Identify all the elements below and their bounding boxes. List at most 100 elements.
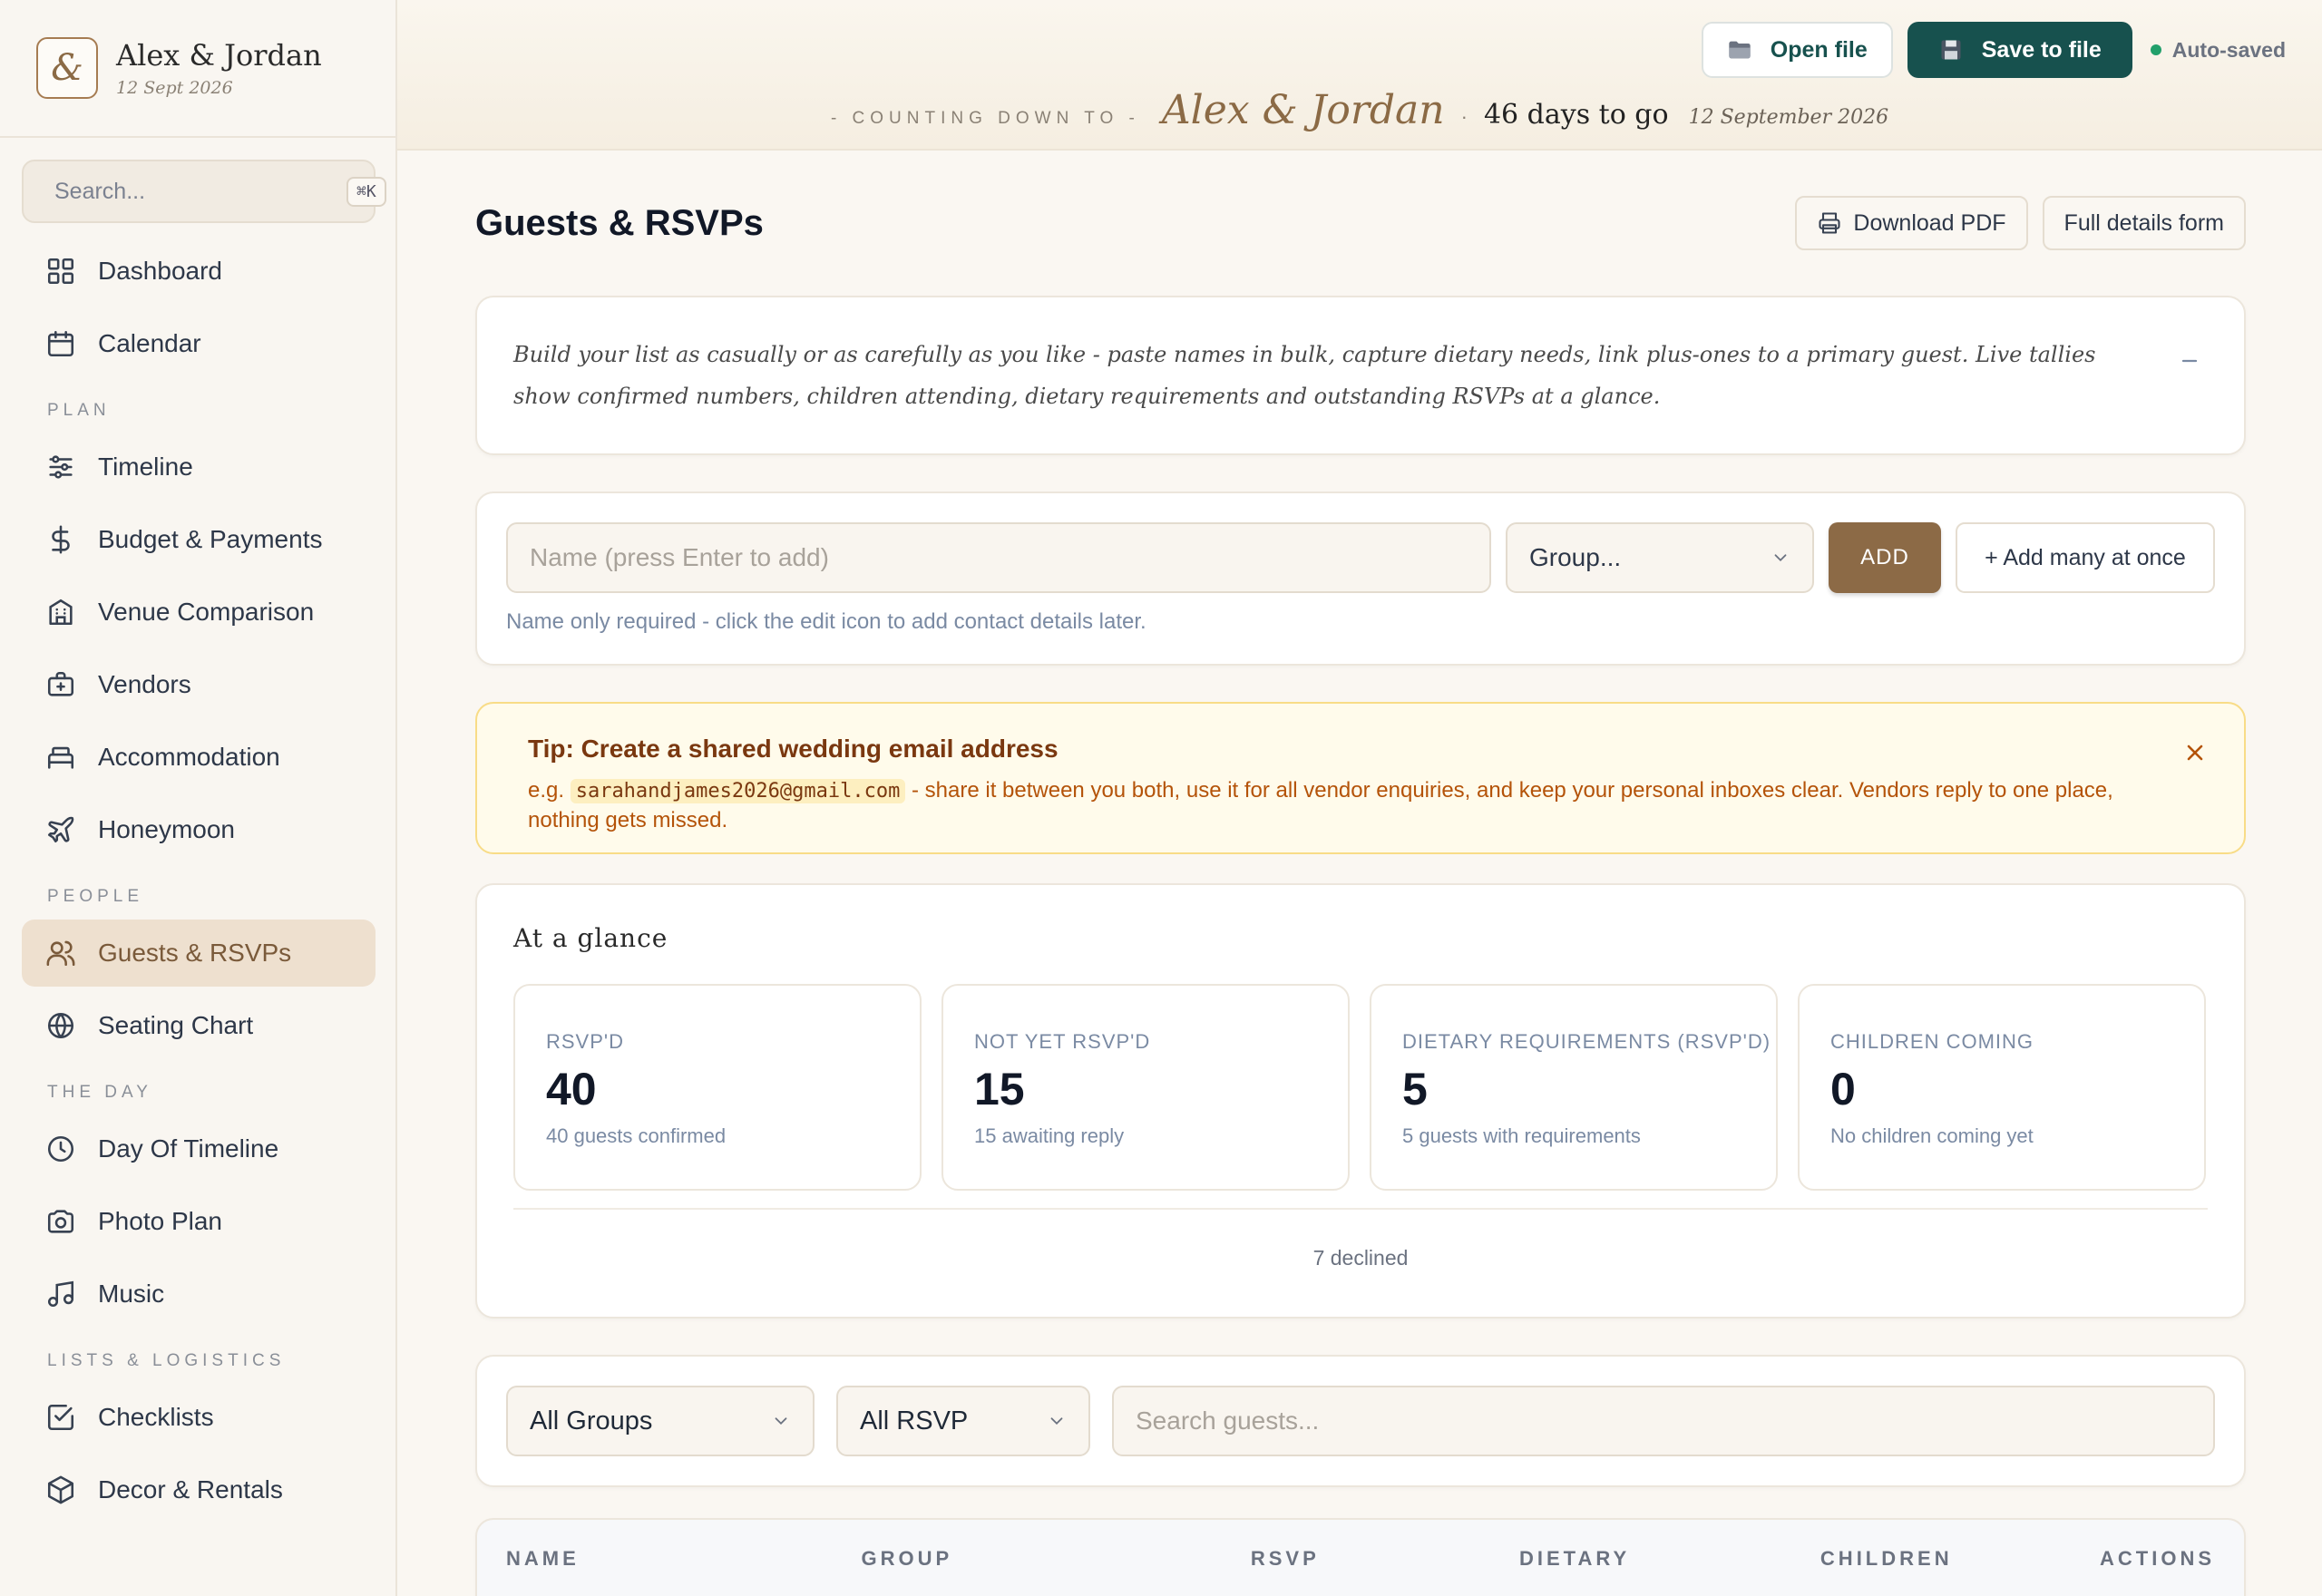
close-icon[interactable]: [2182, 740, 2208, 765]
tip-email: sarahandjames2026@gmail.com: [570, 779, 906, 803]
stat-card-not-rsvpd: NOT YET RSVP'D 15 15 awaiting reply: [941, 984, 1350, 1191]
countdown-separator: ·: [1460, 105, 1468, 128]
page-title: Guests & RSVPs: [475, 202, 764, 243]
stat-label: RSVP'D: [546, 1030, 624, 1053]
column-header-name[interactable]: NAME: [506, 1547, 862, 1571]
chevron-down-icon: [1774, 554, 1787, 562]
divider: [513, 1208, 2208, 1210]
sidebar-item-photo-plan[interactable]: Photo Plan: [22, 1188, 376, 1255]
download-pdf-button[interactable]: Download PDF: [1795, 196, 2028, 250]
stat-card-children: CHILDREN COMING 0 No children coming yet: [1798, 984, 2206, 1191]
sidebar-item-decor-rentals[interactable]: Decor & Rentals: [22, 1456, 376, 1523]
save-to-file-label: Save to file: [1981, 36, 2102, 63]
top-bar: Open file Save to file Auto-saved - COUN…: [397, 0, 2322, 151]
guest-table: NAME GROUP RSVP DIETARY CHILDREN ACTIONS: [475, 1518, 2246, 1596]
brand-date: 12 Sept 2026: [116, 78, 233, 98]
group-select-value: Group...: [1529, 543, 1622, 571]
brand[interactable]: & Alex & Jordan 12 Sept 2026: [0, 0, 395, 138]
group-select[interactable]: Group...: [1506, 522, 1814, 593]
camera-icon: [47, 1210, 74, 1233]
floppy-disk-icon: [1941, 40, 1961, 60]
add-guest-card: Group... ADD + Add many at once Name onl…: [475, 491, 2246, 666]
main-content: Guests & RSVPs Download PDF Full details…: [475, 151, 2246, 1596]
filters-card: All Groups All RSVP: [475, 1355, 2246, 1487]
autosave-label: Auto-saved: [2171, 37, 2286, 62]
group-filter-value: All Groups: [530, 1406, 653, 1435]
sidebar-item-guests-rsvps[interactable]: Guests & RSVPs: [22, 920, 376, 987]
sidebar-item-label: Guests & RSVPs: [98, 939, 292, 967]
sidebar-item-label: Checklists: [98, 1403, 214, 1431]
stat-value: 0: [1830, 1064, 1856, 1114]
column-header-group[interactable]: GROUP: [862, 1547, 1251, 1571]
guest-name-input[interactable]: [506, 522, 1491, 593]
sidebar-item-timeline[interactable]: Timeline: [22, 433, 376, 501]
glance-title: At a glance: [513, 923, 668, 953]
sidebar-item-calendar[interactable]: Calendar: [22, 310, 376, 377]
sidebar-item-honeymoon[interactable]: Honeymoon: [22, 796, 376, 863]
declined-count: 7 declined: [1312, 1246, 1409, 1270]
collapse-icon[interactable]: [2177, 348, 2202, 374]
countdown-names: Alex & Jordan: [1161, 87, 1445, 133]
grid-icon: [47, 258, 74, 285]
sidebar-item-dashboard[interactable]: Dashboard: [22, 238, 376, 305]
download-pdf-label: Download PDF: [1853, 209, 2006, 236]
stat-subtext: 40 guests confirmed: [546, 1124, 727, 1147]
sidebar-item-label: Budget & Payments: [98, 525, 323, 553]
sidebar-item-label: Music: [98, 1280, 165, 1308]
full-details-form-button[interactable]: Full details form: [2042, 196, 2246, 250]
plane-icon: [47, 816, 74, 843]
countdown-banner: - COUNTING DOWN TO - Alex & Jordan · 46 …: [397, 87, 2322, 133]
sidebar-item-label: Vendors: [98, 670, 191, 698]
bed-icon: [47, 746, 74, 769]
stat-label: DIETARY REQUIREMENTS (RSVP'D): [1402, 1030, 1771, 1053]
column-header-rsvp[interactable]: RSVP: [1251, 1547, 1519, 1571]
nav-section-people: PEOPLE: [47, 887, 144, 906]
stat-value: 5: [1402, 1064, 1428, 1114]
globe-icon: [47, 1012, 74, 1039]
clock-icon: [47, 1135, 74, 1163]
open-file-label: Open file: [1770, 36, 1868, 63]
sidebar-item-label: Day Of Timeline: [98, 1134, 279, 1163]
add-guest-button[interactable]: ADD: [1829, 522, 1941, 593]
sidebar-item-music[interactable]: Music: [22, 1260, 376, 1328]
tip-prefix: e.g.: [528, 778, 565, 803]
stat-label: NOT YET RSVP'D: [974, 1030, 1151, 1053]
guest-search-input[interactable]: [1112, 1386, 2215, 1456]
sidebar-item-accommodation[interactable]: Accommodation: [22, 724, 376, 791]
stat-subtext: 15 awaiting reply: [974, 1124, 1125, 1147]
add-many-button[interactable]: + Add many at once: [1956, 522, 2215, 593]
music-icon: [47, 1280, 74, 1308]
sidebar-item-venue-comparison[interactable]: Venue Comparison: [22, 579, 376, 646]
table-header: NAME GROUP RSVP DIETARY CHILDREN ACTIONS: [477, 1520, 2244, 1596]
sidebar-item-label: Accommodation: [98, 743, 280, 771]
sidebar-item-seating-chart[interactable]: Seating Chart: [22, 992, 376, 1059]
rsvp-filter-select[interactable]: All RSVP: [836, 1386, 1090, 1456]
shortcut-badge: ⌘K: [346, 176, 386, 207]
box-icon: [47, 1475, 74, 1504]
nav-section-the-day: THE DAY: [47, 1083, 152, 1102]
open-file-button[interactable]: Open file: [1701, 22, 1893, 78]
full-details-form-label: Full details form: [2063, 209, 2224, 236]
stat-subtext: 5 guests with requirements: [1402, 1124, 1641, 1147]
sidebar: & Alex & Jordan 12 Sept 2026 ⌘K Dashboar…: [0, 0, 397, 1596]
sidebar-search[interactable]: ⌘K: [22, 160, 386, 223]
sidebar-item-label: Honeymoon: [98, 815, 235, 843]
stat-value: 15: [974, 1064, 1025, 1114]
stat-label: CHILDREN COMING: [1830, 1030, 2034, 1053]
sidebar-item-day-of-timeline[interactable]: Day Of Timeline: [22, 1115, 376, 1182]
sidebar-item-checklists[interactable]: Checklists: [22, 1384, 376, 1451]
chevron-down-icon: [1050, 1417, 1063, 1426]
save-to-file-button[interactable]: Save to file: [1907, 22, 2132, 78]
stat-value: 40: [546, 1064, 597, 1114]
column-header-children[interactable]: CHILDREN: [1820, 1547, 2100, 1571]
sidebar-search-input[interactable]: [54, 178, 346, 205]
status-dot: [2150, 44, 2161, 55]
group-filter-select[interactable]: All Groups: [506, 1386, 815, 1456]
column-header-dietary[interactable]: DIETARY: [1519, 1547, 1820, 1571]
sidebar-item-budget[interactable]: Budget & Payments: [22, 506, 376, 573]
sidebar-item-label: Timeline: [98, 453, 193, 481]
sidebar-item-vendors[interactable]: Vendors: [22, 651, 376, 718]
building-icon: [49, 598, 73, 626]
dollar-icon: [52, 525, 70, 554]
nav-section-plan: PLAN: [47, 401, 111, 420]
